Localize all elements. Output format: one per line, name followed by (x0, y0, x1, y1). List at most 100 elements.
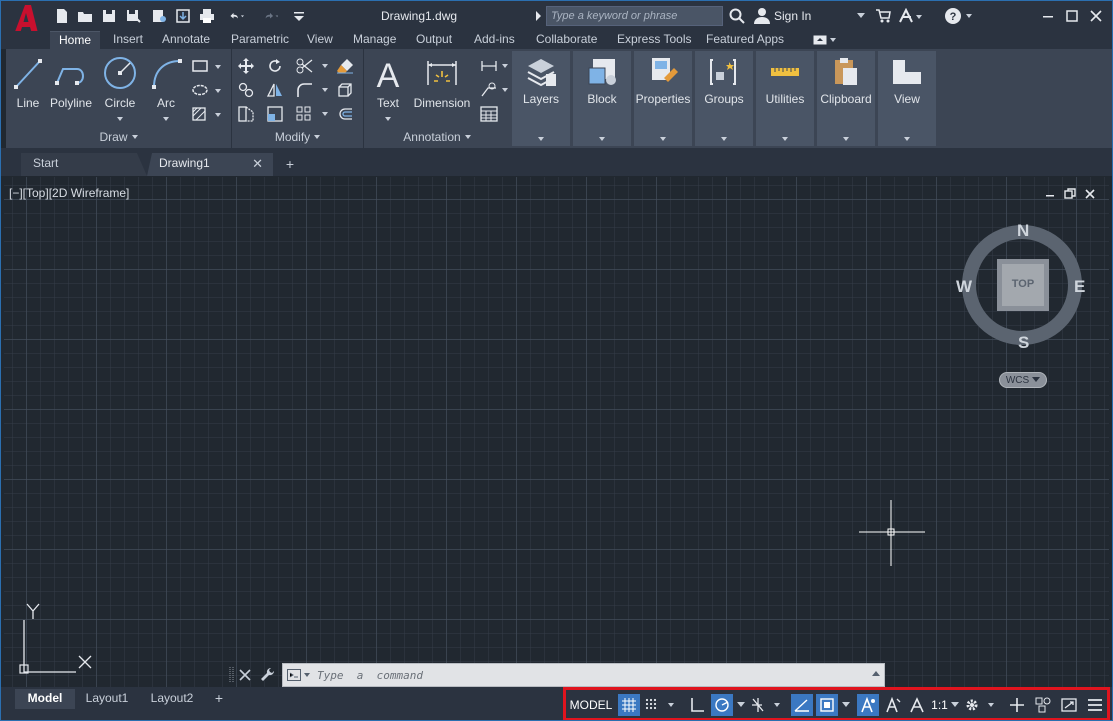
sign-in-link[interactable]: Sign In (774, 9, 811, 23)
tab-add-ins[interactable]: Add-ins (465, 31, 524, 49)
search-icon[interactable] (729, 7, 745, 25)
fillet-icon[interactable] (296, 81, 330, 99)
leader-icon[interactable] (480, 81, 510, 99)
utilities-button[interactable]: Utilities (756, 51, 814, 146)
minimize-icon[interactable] (1039, 7, 1057, 25)
dimension-button[interactable]: Dimension (410, 55, 474, 110)
undo-icon[interactable] (223, 8, 249, 24)
circle-dropdown-icon[interactable] (117, 117, 123, 121)
new-file-icon[interactable] (54, 8, 70, 24)
scale-icon[interactable] (266, 105, 284, 123)
grid-display-icon[interactable] (618, 694, 640, 716)
circle-button[interactable]: Circle (98, 55, 142, 124)
ellipse-icon[interactable] (192, 81, 222, 99)
polar-dropdown-icon[interactable] (735, 694, 747, 716)
model-space-button[interactable]: MODEL (568, 694, 614, 716)
tab-featured-apps[interactable]: Featured Apps (697, 31, 793, 49)
compass-east[interactable]: E (1074, 277, 1085, 297)
doc-tab-start[interactable]: Start (21, 153, 147, 176)
redo-icon[interactable] (257, 8, 283, 24)
units-icon[interactable] (1032, 694, 1054, 716)
table-icon[interactable] (480, 105, 498, 123)
clean-screen-icon[interactable] (1058, 694, 1080, 716)
modify-panel-title[interactable]: Modify (232, 129, 363, 145)
tab-annotate[interactable]: Annotate (153, 31, 219, 49)
erase-icon[interactable] (336, 57, 354, 75)
isodraft-icon[interactable] (750, 694, 784, 716)
trim-icon[interactable] (296, 57, 330, 75)
close-command-icon[interactable] (239, 669, 251, 681)
grip-icon[interactable] (229, 666, 235, 684)
text-dropdown-icon[interactable] (385, 117, 391, 121)
customize-toolbar-icon[interactable] (291, 8, 307, 24)
arc-dropdown-icon[interactable] (163, 117, 169, 121)
new-layout-icon[interactable]: + (209, 689, 229, 709)
annotation-monitor-icon[interactable] (1006, 694, 1028, 716)
tab-manage[interactable]: Manage (344, 31, 405, 49)
viewport-restore-icon[interactable] (1063, 187, 1077, 201)
layers-button[interactable]: Layers (512, 51, 570, 146)
autodesk-a360-icon[interactable] (898, 7, 926, 25)
viewcube[interactable]: N S E W TOP (952, 217, 1092, 357)
mirror-icon[interactable] (266, 81, 284, 99)
move-icon[interactable] (237, 57, 255, 75)
workspace-switching-icon[interactable] (964, 694, 998, 716)
tab-collaborate[interactable]: Collaborate (527, 31, 606, 49)
close-tab-icon[interactable]: ✕ (252, 153, 263, 174)
rectangle-icon[interactable] (192, 57, 222, 75)
viewport-controls-label[interactable]: [−][Top][2D Wireframe] (9, 186, 129, 200)
save-web-icon[interactable] (175, 8, 191, 24)
viewport-minimize-icon[interactable] (1043, 187, 1057, 201)
drawing-canvas[interactable]: [−][Top][2D Wireframe] N S E W TOP WCS (4, 177, 1109, 687)
sign-in-dropdown-icon[interactable] (857, 7, 865, 25)
open-folder-icon[interactable] (77, 8, 93, 24)
stretch-icon[interactable] (237, 105, 255, 123)
hatch-icon[interactable] (192, 105, 222, 123)
cart-icon[interactable] (875, 7, 891, 25)
compass-south[interactable]: S (1018, 333, 1029, 353)
block-button[interactable]: Block (573, 51, 631, 146)
tab-home[interactable]: Home (50, 31, 101, 49)
array-3d-icon[interactable] (336, 81, 354, 99)
wcs-menu-button[interactable]: WCS (999, 372, 1047, 388)
draw-panel-title[interactable]: Draw (6, 129, 231, 145)
ortho-mode-icon[interactable] (686, 694, 708, 716)
annotation-visibility-icon[interactable] (857, 694, 879, 716)
tab-view[interactable]: View (298, 31, 342, 49)
search-input[interactable] (547, 7, 722, 25)
viewcube-top-face[interactable]: TOP (1002, 278, 1044, 290)
open-web-icon[interactable] (151, 8, 167, 24)
annotation-panel-title[interactable]: Annotation (364, 129, 510, 145)
tab-insert[interactable]: Insert (104, 31, 152, 49)
array-icon[interactable] (296, 105, 330, 123)
wrench-icon[interactable] (260, 667, 276, 683)
line-button[interactable]: Line (12, 55, 44, 110)
compass-north[interactable]: N (1017, 221, 1029, 241)
viewport-close-icon[interactable] (1083, 187, 1097, 201)
polyline-button[interactable]: Polyline (46, 55, 96, 110)
maximize-icon[interactable] (1063, 7, 1081, 25)
tab-express-tools[interactable]: Express Tools (608, 31, 700, 49)
layout-tab-layout2[interactable]: Layout2 (142, 689, 202, 709)
doc-tab-drawing1[interactable]: Drawing1 ✕ (147, 153, 273, 176)
tab-output[interactable]: Output (407, 31, 461, 49)
object-snap-tracking-icon[interactable] (791, 694, 813, 716)
save-as-icon[interactable] (125, 8, 141, 24)
text-button[interactable]: A Text (370, 55, 406, 124)
properties-button[interactable]: Properties (634, 51, 692, 146)
layout-tab-layout1[interactable]: Layout1 (77, 689, 137, 709)
object-snap-icon[interactable] (816, 694, 838, 716)
save-icon[interactable] (101, 8, 117, 24)
close-icon[interactable] (1087, 7, 1105, 25)
command-prompt-icon[interactable] (287, 669, 311, 681)
annotation-scale-icon[interactable] (906, 694, 928, 716)
plot-printer-icon[interactable] (199, 8, 215, 24)
command-box[interactable] (282, 663, 885, 687)
customization-menu-icon[interactable] (1084, 694, 1106, 716)
clipboard-button[interactable]: Clipboard (817, 51, 875, 146)
help-icon[interactable]: ? (944, 7, 974, 25)
linear-dimension-icon[interactable] (480, 57, 510, 75)
command-input[interactable] (317, 664, 857, 686)
auto-scale-icon[interactable] (882, 694, 904, 716)
ribbon-minimize-icon[interactable] (813, 34, 839, 46)
